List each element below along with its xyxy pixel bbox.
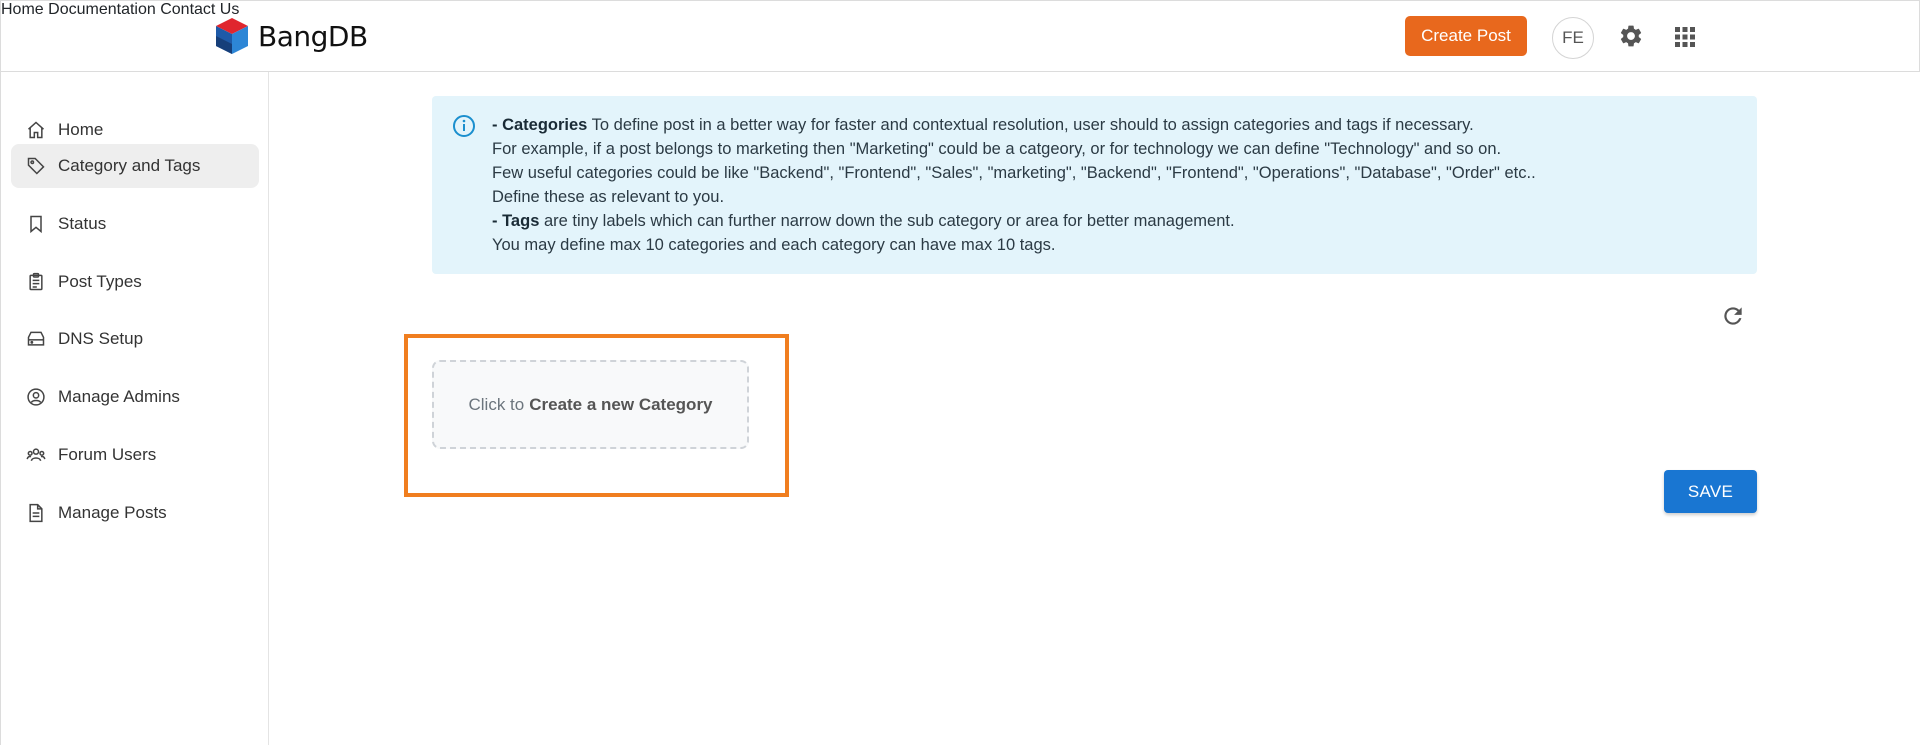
tags-label: - Tags <box>492 212 540 230</box>
bookmark-icon <box>25 213 47 235</box>
users-icon <box>25 444 47 466</box>
home-icon <box>25 119 47 141</box>
bangdb-logo-icon <box>216 18 248 54</box>
sidebar-item-manage-admins[interactable]: Manage Admins <box>11 375 259 419</box>
brand-name: BangDB <box>258 19 368 53</box>
info-icon <box>453 115 475 137</box>
user-avatar[interactable]: FE <box>1552 17 1594 59</box>
sidebar-item-label: Category and Tags <box>58 156 201 175</box>
categories-label: - Categories <box>492 116 588 134</box>
sidebar-item-label: Home <box>58 120 104 139</box>
sidebar-item-label: Post Types <box>58 272 142 291</box>
sidebar-item-status[interactable]: Status <box>11 202 259 246</box>
server-icon <box>25 328 47 350</box>
create-category-action: Create a new Category <box>529 394 713 414</box>
top-header: BangDB Home Documentation Contact Us Cre… <box>0 0 1920 72</box>
sidebar-item-label: Manage Posts <box>58 503 167 522</box>
create-category-prefix: Click to <box>468 394 525 414</box>
create-category-card[interactable]: Click to Create a new Category <box>432 360 749 449</box>
info-panel: - Categories To define post in a better … <box>432 96 1757 274</box>
user-circle-icon <box>25 386 47 408</box>
info-line-4: Define these as relevant to you. <box>492 188 725 206</box>
sidebar-item-forum-users[interactable]: Forum Users <box>11 433 259 477</box>
brand-logo[interactable]: BangDB <box>212 16 368 56</box>
sidebar-item-dns-setup[interactable]: DNS Setup <box>11 317 259 361</box>
document-icon <box>25 502 47 524</box>
info-line-3: Few useful categories could be like "Bac… <box>492 164 1536 182</box>
tag-icon <box>25 155 47 177</box>
refresh-icon[interactable] <box>1720 303 1746 329</box>
sidebar-item-label: Forum Users <box>58 445 157 464</box>
sidebar-item-label: DNS Setup <box>58 329 144 348</box>
info-line-2: For example, if a post belongs to market… <box>492 140 1502 158</box>
create-post-button[interactable]: Create Post <box>1405 16 1527 56</box>
info-line-5: are tiny labels which can further narrow… <box>539 212 1235 230</box>
sidebar: Home Category and Tags Status Post Types… <box>0 72 269 745</box>
info-text: - Categories To define post in a better … <box>492 113 1536 257</box>
sidebar-item-label: Manage Admins <box>58 387 180 406</box>
apps-grid-icon[interactable] <box>1674 26 1696 48</box>
nav-home-link[interactable]: Home <box>1 1 44 18</box>
sidebar-item-post-types[interactable]: Post Types <box>11 260 259 304</box>
info-line-1: To define post in a better way for faste… <box>587 116 1474 134</box>
sidebar-item-manage-posts[interactable]: Manage Posts <box>11 491 259 535</box>
info-line-6: You may define max 10 categories and eac… <box>492 236 1056 254</box>
clipboard-icon <box>25 271 47 293</box>
gear-icon[interactable] <box>1618 23 1644 49</box>
nav-documentation-link[interactable]: Documentation <box>48 1 156 18</box>
save-button[interactable]: SAVE <box>1664 470 1757 513</box>
sidebar-item-category-and-tags[interactable]: Category and Tags <box>11 144 259 188</box>
sidebar-item-label: Status <box>58 214 107 233</box>
